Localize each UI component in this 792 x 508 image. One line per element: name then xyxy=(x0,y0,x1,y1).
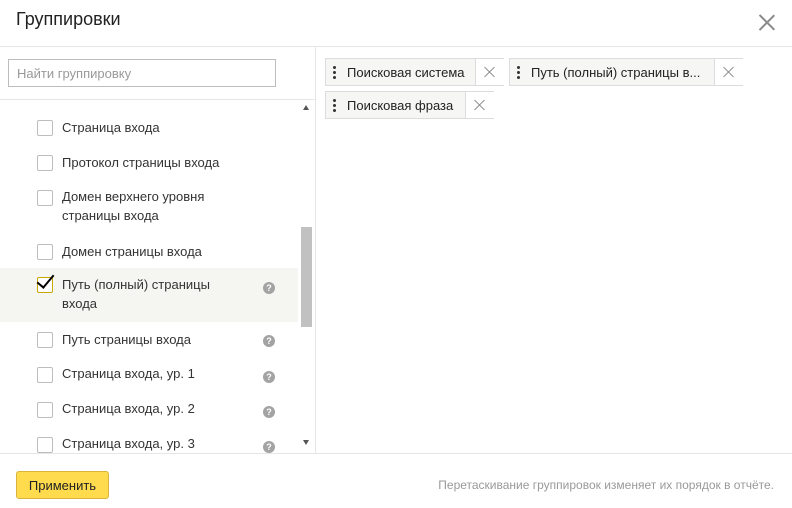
dialog-footer: Применить Перетаскивание группировок изм… xyxy=(0,453,792,508)
checkbox[interactable] xyxy=(37,155,53,171)
list-item-label: Страница входа xyxy=(62,120,160,135)
list-item[interactable]: Домен страницы входа xyxy=(0,235,298,268)
help-icon[interactable]: ? xyxy=(263,335,275,347)
search-area xyxy=(0,47,315,100)
chip-label: Поисковая фраза xyxy=(347,98,454,113)
dialog-header: Группировки xyxy=(0,0,792,47)
list-item-label: Страница входа, ур. 1 xyxy=(62,366,195,381)
grouping-chip[interactable]: Поисковая фраза xyxy=(325,91,494,119)
checkbox[interactable] xyxy=(37,367,53,383)
list-item-label: Страница входа, ур. 2 xyxy=(62,401,195,416)
remove-chip-icon[interactable] xyxy=(475,59,504,85)
list-item[interactable]: Страница входа xyxy=(0,100,298,146)
checkmark-icon xyxy=(36,270,55,289)
scroll-down-arrow-icon[interactable] xyxy=(303,440,309,445)
drag-handle-icon[interactable] xyxy=(517,66,520,79)
remove-chip-icon[interactable] xyxy=(465,92,494,118)
groupings-list: Страница входа Протокол страницы входа Д… xyxy=(0,100,298,453)
checkbox-checked[interactable] xyxy=(36,270,55,293)
dialog-title: Группировки xyxy=(16,9,121,29)
chip-label: Путь (полный) страницы в... xyxy=(531,65,701,80)
list-item[interactable]: Протокол страницы входа xyxy=(0,146,298,181)
search-input[interactable] xyxy=(8,59,276,87)
list-item[interactable]: Страница входа, ур. 1 ? xyxy=(0,357,298,392)
checkbox[interactable] xyxy=(37,402,53,418)
help-icon[interactable]: ? xyxy=(263,441,275,453)
list-item-label: Протокол страницы входа xyxy=(62,155,220,170)
list-scrollbar[interactable] xyxy=(298,100,315,453)
drag-handle-icon[interactable] xyxy=(333,99,336,112)
drag-handle-icon[interactable] xyxy=(333,66,336,79)
help-icon[interactable]: ? xyxy=(263,282,275,294)
list-item[interactable]: Страница входа, ур. 3 ? xyxy=(0,427,298,453)
grouping-chip[interactable]: Путь (полный) страницы в... xyxy=(509,58,743,86)
groupings-panel: Страница входа Протокол страницы входа Д… xyxy=(0,47,316,453)
list-item-label: Домен страницы входа xyxy=(62,244,202,259)
checkbox[interactable] xyxy=(37,190,53,206)
list-item[interactable]: Страница входа, ур. 2 ? xyxy=(0,392,298,427)
help-icon[interactable]: ? xyxy=(263,406,275,418)
remove-chip-icon[interactable] xyxy=(714,59,743,85)
checkbox[interactable] xyxy=(37,120,53,136)
list-item-label: Путь страницы входа xyxy=(62,332,191,347)
drag-hint: Перетаскивание группировок изменяет их п… xyxy=(438,478,774,492)
list-item[interactable]: Путь страницы входа ? xyxy=(0,322,298,357)
help-icon[interactable]: ? xyxy=(263,371,275,383)
close-icon[interactable] xyxy=(758,13,776,31)
list-item-label: Домен верхнего уровня страницы входа xyxy=(62,189,205,223)
checkbox[interactable] xyxy=(37,244,53,260)
list-item[interactable]: Домен верхнего уровня страницы входа xyxy=(0,181,298,235)
scrollbar-thumb[interactable] xyxy=(301,227,312,327)
chip-label: Поисковая система xyxy=(347,65,465,80)
apply-button[interactable]: Применить xyxy=(16,471,109,499)
list-item[interactable]: Путь (полный) страницы входа ? xyxy=(0,268,298,322)
list-item-label: Страница входа, ур. 3 xyxy=(62,436,195,451)
checkbox[interactable] xyxy=(37,332,53,348)
scroll-up-arrow-icon[interactable] xyxy=(303,105,309,110)
grouping-chip[interactable]: Поисковая система xyxy=(325,58,504,86)
list-item-label: Путь (полный) страницы входа xyxy=(62,277,210,311)
checkbox[interactable] xyxy=(37,437,53,453)
